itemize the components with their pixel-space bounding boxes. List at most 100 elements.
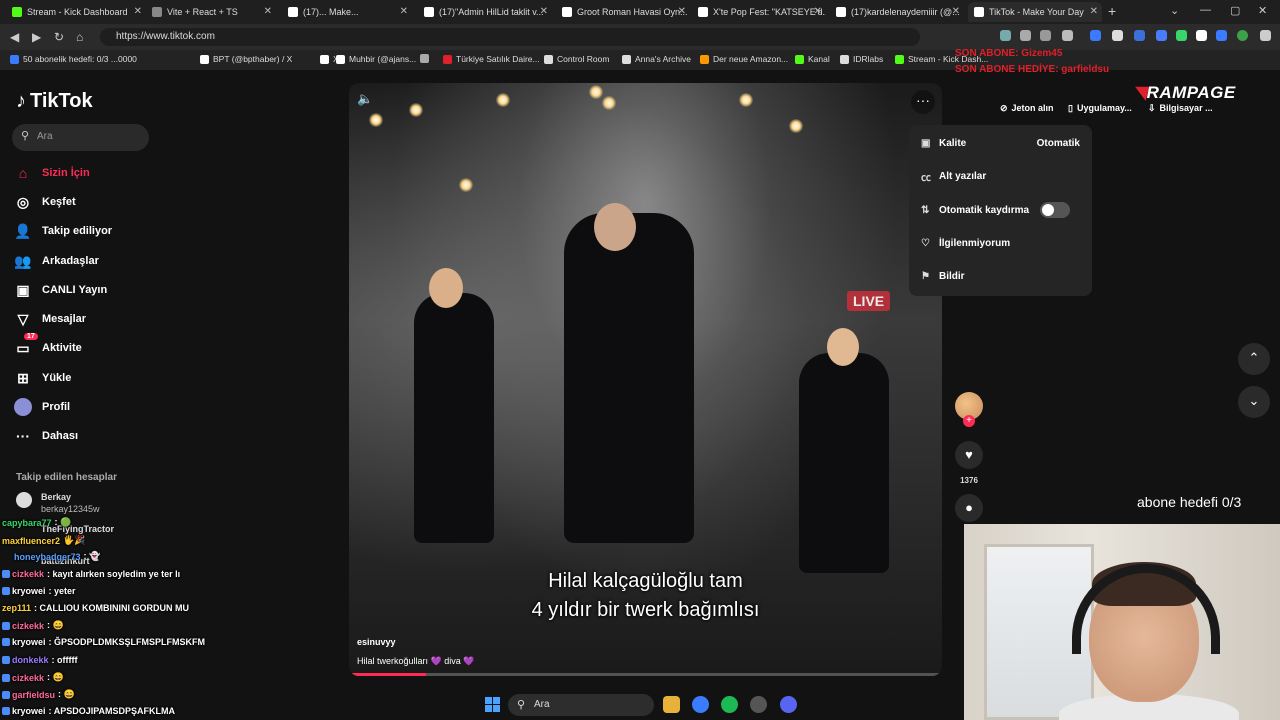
tab-tiktok-active[interactable]: TikTok - Make Your Day ✕	[968, 2, 1102, 22]
get-app-button[interactable]: ▯ Uygulamay...	[1068, 97, 1132, 119]
obs-icon[interactable]	[750, 696, 767, 713]
download-icon: ⇩	[1148, 102, 1156, 113]
follow-plus-icon[interactable]: +	[963, 415, 975, 427]
extension-icon[interactable]	[1134, 30, 1145, 41]
nav-friends[interactable]: 👥 Arkadaşlar	[14, 251, 99, 271]
previous-video-button[interactable]: ⌃	[1238, 343, 1270, 375]
tab-tiktok-3[interactable]: Groot Roman Havasi Oyn... ✕	[556, 2, 690, 22]
chat-message: cizkekk: 😄	[2, 672, 64, 683]
autoscroll-toggle[interactable]	[1040, 202, 1070, 218]
puzzle-icon[interactable]	[1156, 30, 1167, 41]
nav-live[interactable]: ▣ CANLI Yayın	[14, 280, 107, 300]
nav-upload[interactable]: ⊞ Yükle	[14, 368, 71, 388]
extension-icon[interactable]	[1020, 30, 1031, 41]
nav-explore[interactable]: ◎ Keşfet	[14, 192, 76, 212]
file-explorer-icon[interactable]	[663, 696, 680, 713]
nav-for-you[interactable]: ⌂ Sizin İçin	[14, 163, 90, 183]
nav-following[interactable]: 👤 Takip ediliyor	[14, 221, 112, 241]
bookmark-item[interactable]: Türkiye Satılık Daire...	[443, 54, 540, 64]
close-icon[interactable]: ✕	[678, 6, 686, 17]
back-icon[interactable]: ◀	[10, 30, 19, 44]
bookmark-item[interactable]: 50 abonelik hedefi: 0/3 ...0000	[10, 54, 137, 64]
bookmark-item[interactable]: Muhbir (@ajans...	[336, 54, 416, 64]
comment-icon: ●	[965, 500, 973, 515]
tab-vite[interactable]: Vite + React + TS ✕	[146, 2, 276, 22]
extension-icon[interactable]	[1112, 30, 1123, 41]
bookmark-item[interactable]: Kanal	[795, 54, 830, 64]
video-author[interactable]: esinuvyy	[357, 637, 396, 647]
tab-label: X'te Pop Fest: "KATSEYE'd...	[713, 7, 826, 17]
extension-icon[interactable]	[1196, 30, 1207, 41]
tiktok-logo[interactable]: ♪ TikTok	[16, 90, 93, 113]
volume-icon[interactable]: 🔈	[357, 91, 373, 107]
home-icon: ⌂	[18, 165, 28, 181]
tab-tiktok-1[interactable]: (17)... Make... ✕	[282, 2, 412, 22]
close-icon[interactable]: ✕	[952, 6, 960, 17]
video-player[interactable]: LIVE 🔈 ··· Hilal kalçagüloğlu tam 4 yıld…	[349, 83, 942, 676]
bookmark-item[interactable]: Der neue Amazon...	[700, 54, 788, 64]
maximize-icon[interactable]: ▢	[1230, 4, 1240, 17]
nav-activity[interactable]: ▭ 17 Aktivite	[14, 333, 82, 358]
x-icon	[336, 54, 345, 64]
menu-item-subtitles[interactable]: ㏄ Alt yazılar	[921, 167, 1086, 185]
extension-icon[interactable]	[1090, 30, 1101, 41]
menu-item-quality[interactable]: ▣ Kalite Otomatik	[921, 134, 1086, 152]
close-icon[interactable]: ✕	[540, 6, 548, 17]
discord-icon[interactable]	[780, 696, 797, 713]
profile-avatar-icon[interactable]	[1237, 30, 1248, 41]
tab-search-icon[interactable]: ⌄	[1170, 4, 1179, 17]
search-input[interactable]: ⚲ Ara	[12, 124, 149, 151]
windows-start-icon[interactable]	[485, 697, 500, 712]
taskbar-search[interactable]: ⚲ Ara	[508, 694, 654, 716]
minimize-icon[interactable]: —	[1200, 4, 1211, 16]
home-icon[interactable]: ⌂	[76, 30, 83, 44]
close-icon[interactable]: ✕	[264, 6, 272, 17]
spotify-icon[interactable]	[721, 696, 738, 713]
new-tab-button[interactable]: +	[1108, 3, 1116, 19]
bookmark-item[interactable]: IDRlabs	[840, 54, 883, 64]
tab-tiktok-4[interactable]: (17)kardelenaydemiiir (@... ✕	[830, 2, 964, 22]
more-options-button[interactable]: ···	[911, 90, 935, 114]
nav-profile[interactable]: Profil	[14, 397, 70, 417]
close-icon[interactable]: ✕	[1090, 6, 1098, 17]
close-icon[interactable]: ✕	[400, 6, 408, 17]
reload-icon[interactable]: ↻	[54, 30, 64, 44]
tab-x-popfest[interactable]: X'te Pop Fest: "KATSEYE'd... ✕	[692, 2, 826, 22]
bookmark-item[interactable]	[420, 54, 433, 63]
like-button[interactable]: ♥	[955, 441, 983, 469]
share-icon[interactable]	[1040, 30, 1051, 41]
menu-item-not-interested[interactable]: ♡ İlgilenmiyorum	[921, 234, 1086, 252]
menu-item-report[interactable]: ⚑ Bildir	[921, 267, 1086, 285]
bookmark-item[interactable]: Control Room	[544, 54, 609, 64]
bookmark-icon[interactable]	[1062, 30, 1073, 41]
get-coins-button[interactable]: ⊘ Jeton alın	[1000, 97, 1054, 119]
menu-item-autoscroll[interactable]: ⇅ Otomatik kaydırma	[921, 201, 1086, 219]
url-input[interactable]: https://www.tiktok.com	[100, 28, 920, 46]
close-icon[interactable]: ✕	[814, 6, 822, 17]
badge-icon	[2, 621, 10, 630]
bookmark-item[interactable]: BPT (@bpthaber) / X	[200, 54, 292, 64]
messages-icon: ▽	[17, 310, 29, 327]
close-window-icon[interactable]: ✕	[1258, 4, 1267, 17]
forward-icon[interactable]: ▶	[32, 30, 41, 44]
tab-kick-dashboard[interactable]: Stream - Kick Dashboard ✕	[6, 2, 146, 22]
bookmark-item[interactable]: Anna's Archive	[622, 54, 691, 64]
dancer-figure	[414, 293, 494, 543]
extension-icon[interactable]	[1000, 30, 1011, 41]
tab-label: (17)"Admin HilLid taklit v...	[439, 7, 544, 17]
tab-tiktok-2[interactable]: (17)"Admin HilLid taklit v... ✕	[418, 2, 552, 22]
extension-icon[interactable]	[1176, 30, 1187, 41]
following-account[interactable]: Berkay berkay12345w	[16, 492, 100, 514]
sidebar-icon[interactable]	[1216, 30, 1227, 41]
tab-label: Vite + React + TS	[167, 7, 238, 17]
menu-icon[interactable]	[1260, 30, 1271, 41]
nav-messages[interactable]: ▽ Mesajlar	[14, 309, 86, 329]
next-video-button[interactable]: ⌄	[1238, 386, 1270, 418]
comment-button[interactable]: ●	[955, 494, 983, 522]
video-progress-bar[interactable]	[349, 673, 942, 676]
coin-icon: ⊘	[1000, 102, 1008, 113]
chrome-icon[interactable]	[692, 696, 709, 713]
phone-icon: ▯	[1068, 102, 1073, 113]
close-icon[interactable]: ✕	[134, 6, 142, 17]
nav-more[interactable]: ··· Dahası	[14, 426, 78, 446]
